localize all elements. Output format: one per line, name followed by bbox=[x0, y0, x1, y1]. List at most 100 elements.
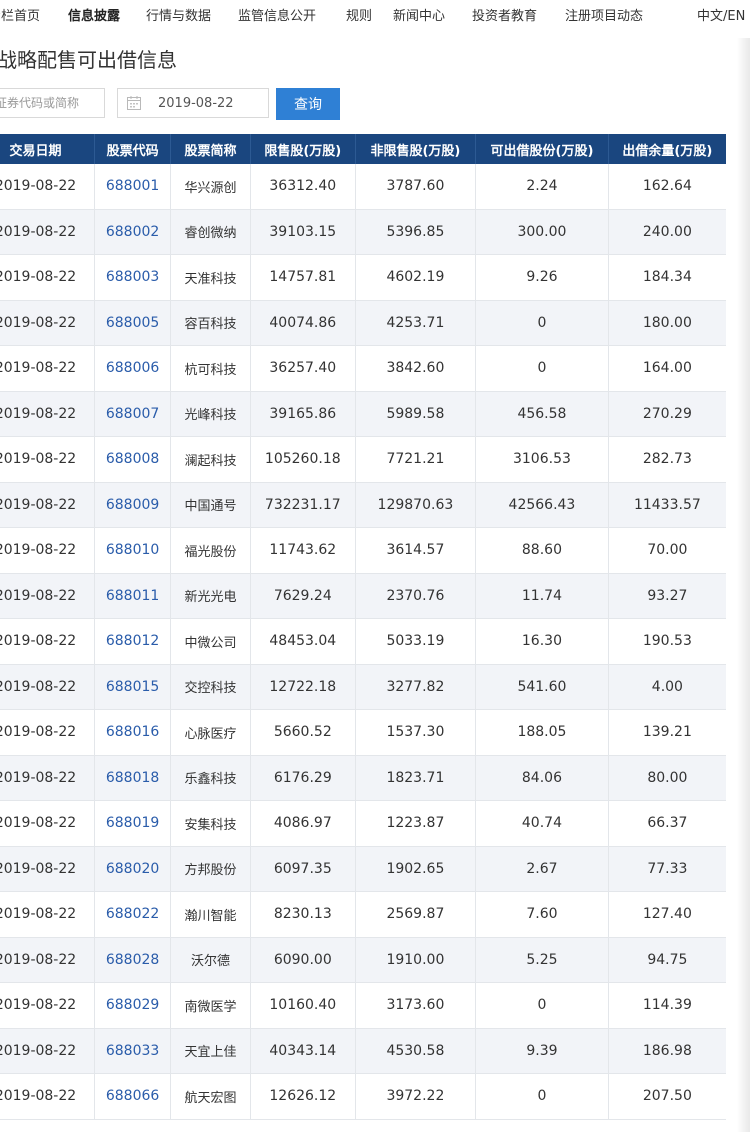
cell-lendable-shares: 0 bbox=[475, 345, 609, 392]
cell-unrestricted-shares: 5989.58 bbox=[354, 391, 476, 437]
cell-stock-code[interactable]: 688012 bbox=[93, 618, 171, 665]
page-shadow bbox=[737, 38, 750, 1132]
cell-stock-code[interactable]: 688006 bbox=[93, 345, 171, 392]
cell-stock-code[interactable]: 688007 bbox=[93, 391, 171, 437]
cell-restricted-shares: 14757.81 bbox=[249, 254, 356, 301]
cell-trade-date: 2019-08-22 bbox=[0, 345, 95, 392]
cell-restricted-shares: 6090.00 bbox=[249, 937, 356, 983]
cell-unrestricted-shares: 3972.22 bbox=[354, 1073, 476, 1120]
cell-lending-balance: 190.53 bbox=[607, 618, 726, 665]
cell-unrestricted-shares: 1910.00 bbox=[354, 937, 476, 983]
table-row: 2019-08-22 688001 华兴源创 36312.40 3787.60 2.24 1… bbox=[0, 164, 726, 210]
col-header-restricted[interactable]: 限售股(万股) bbox=[249, 134, 356, 164]
nav-item-rules[interactable]: 规则 bbox=[346, 0, 372, 34]
col-header-trade-date[interactable]: 交易日期 bbox=[0, 134, 95, 164]
query-button[interactable]: 查询 bbox=[276, 88, 340, 120]
nav-item-regulation[interactable]: 监管信息公开 bbox=[238, 0, 316, 34]
cell-lendable-shares: 3106.53 bbox=[475, 436, 609, 483]
nav-item-registration[interactable]: 注册项目动态 bbox=[565, 0, 643, 34]
col-header-unrestricted[interactable]: 非限售股(万股) bbox=[354, 134, 476, 164]
table-row: 2019-08-22 688015 交控科技 12722.18 3277.82 541.6… bbox=[0, 664, 726, 710]
cell-restricted-shares: 12626.12 bbox=[249, 1073, 356, 1120]
col-header-balance[interactable]: 出借余量(万股) bbox=[607, 134, 726, 164]
cell-stock-code[interactable]: 688019 bbox=[93, 800, 171, 847]
cell-stock-name: 交控科技 bbox=[170, 664, 251, 710]
cell-stock-name: 杭可科技 bbox=[170, 345, 251, 392]
cell-lendable-shares: 11.74 bbox=[475, 573, 609, 619]
cell-stock-code[interactable]: 688066 bbox=[93, 1073, 171, 1120]
cell-lendable-shares: 16.30 bbox=[475, 618, 609, 665]
cell-stock-code[interactable]: 688011 bbox=[93, 573, 171, 619]
cell-unrestricted-shares: 5396.85 bbox=[354, 209, 476, 255]
cell-lendable-shares: 2.24 bbox=[475, 164, 609, 210]
cell-stock-code[interactable]: 688029 bbox=[93, 982, 171, 1029]
nav-item-home[interactable]: 专栏首页 bbox=[0, 0, 40, 34]
cell-stock-name: 航天宏图 bbox=[170, 1073, 251, 1120]
nav-item-disclosure[interactable]: 信息披露 bbox=[68, 0, 120, 34]
col-header-stock-code[interactable]: 股票代码 bbox=[93, 134, 171, 164]
cell-lending-balance: 93.27 bbox=[607, 573, 726, 619]
cell-stock-code[interactable]: 688028 bbox=[93, 937, 171, 983]
cell-stock-name: 新光光电 bbox=[170, 573, 251, 619]
cell-trade-date: 2019-08-22 bbox=[0, 436, 95, 483]
cell-stock-code[interactable]: 688003 bbox=[93, 254, 171, 301]
cell-stock-code[interactable]: 688001 bbox=[93, 164, 171, 210]
top-nav: 专栏首页 信息披露 行情与数据 监管信息公开 规则 新闻中心 投资者教育 注册项… bbox=[0, 0, 750, 34]
cell-stock-code[interactable]: 688020 bbox=[93, 846, 171, 892]
cell-trade-date: 2019-08-22 bbox=[0, 846, 95, 892]
cell-trade-date: 2019-08-22 bbox=[0, 664, 95, 710]
table-header-row: 交易日期 股票代码 股票简称 限售股(万股) 非限售股(万股) 可出借股份(万股… bbox=[0, 134, 726, 164]
cell-unrestricted-shares: 2569.87 bbox=[354, 891, 476, 938]
cell-unrestricted-shares: 1537.30 bbox=[354, 709, 476, 756]
nav-item-news[interactable]: 新闻中心 bbox=[393, 0, 445, 34]
cell-trade-date: 2019-08-22 bbox=[0, 755, 95, 801]
cell-lendable-shares: 7.60 bbox=[475, 891, 609, 938]
language-switch[interactable]: 中文/EN bbox=[697, 0, 745, 34]
cell-lendable-shares: 541.60 bbox=[475, 664, 609, 710]
nav-item-market-data[interactable]: 行情与数据 bbox=[146, 0, 211, 34]
table-row: 2019-08-22 688005 容百科技 40074.86 4253.71 0 180.… bbox=[0, 300, 726, 346]
cell-trade-date: 2019-08-22 bbox=[0, 982, 95, 1029]
cell-trade-date: 2019-08-22 bbox=[0, 254, 95, 301]
table-row: 2019-08-22 688028 沃尔德 6090.00 1910.00 5.25 94.… bbox=[0, 937, 726, 983]
cell-restricted-shares: 6176.29 bbox=[249, 755, 356, 801]
cell-lending-balance: 240.00 bbox=[607, 209, 726, 255]
cell-stock-code[interactable]: 688016 bbox=[93, 709, 171, 756]
cell-unrestricted-shares: 3614.57 bbox=[354, 527, 476, 574]
cell-stock-code[interactable]: 688005 bbox=[93, 300, 171, 346]
cell-lendable-shares: 88.60 bbox=[475, 527, 609, 574]
cell-unrestricted-shares: 1223.87 bbox=[354, 800, 476, 847]
search-input[interactable] bbox=[0, 88, 105, 118]
cell-stock-code[interactable]: 688022 bbox=[93, 891, 171, 938]
cell-stock-name: 福光股份 bbox=[170, 527, 251, 574]
date-picker[interactable] bbox=[117, 88, 269, 118]
cell-stock-code[interactable]: 688015 bbox=[93, 664, 171, 710]
cell-lending-balance: 164.00 bbox=[607, 345, 726, 392]
cell-lending-balance: 70.00 bbox=[607, 527, 726, 574]
cell-stock-name: 沃尔德 bbox=[170, 937, 251, 983]
table-row: 2019-08-22 688019 安集科技 4086.97 1223.87 40.74 6… bbox=[0, 800, 726, 847]
cell-trade-date: 2019-08-22 bbox=[0, 709, 95, 756]
cell-trade-date: 2019-08-22 bbox=[0, 527, 95, 574]
cell-stock-code[interactable]: 688009 bbox=[93, 482, 171, 528]
cell-lending-balance: 66.37 bbox=[607, 800, 726, 847]
col-header-lendable[interactable]: 可出借股份(万股) bbox=[475, 134, 609, 164]
cell-stock-name: 澜起科技 bbox=[170, 436, 251, 483]
date-input[interactable] bbox=[148, 89, 266, 117]
cell-stock-name: 中微公司 bbox=[170, 618, 251, 665]
cell-stock-code[interactable]: 688008 bbox=[93, 436, 171, 483]
table-row: 2019-08-22 688012 中微公司 48453.04 5033.19 16.30… bbox=[0, 618, 726, 665]
cell-stock-code[interactable]: 688010 bbox=[93, 527, 171, 574]
cell-stock-code[interactable]: 688002 bbox=[93, 209, 171, 255]
nav-item-education[interactable]: 投资者教育 bbox=[472, 0, 537, 34]
cell-restricted-shares: 6097.35 bbox=[249, 846, 356, 892]
cell-stock-name: 方邦股份 bbox=[170, 846, 251, 892]
col-header-stock-name[interactable]: 股票简称 bbox=[170, 134, 251, 164]
cell-trade-date: 2019-08-22 bbox=[0, 300, 95, 346]
cell-trade-date: 2019-08-22 bbox=[0, 573, 95, 619]
cell-restricted-shares: 10160.40 bbox=[249, 982, 356, 1029]
cell-lendable-shares: 456.58 bbox=[475, 391, 609, 437]
table-row: 2019-08-22 688006 杭可科技 36257.40 3842.60 0 164.… bbox=[0, 345, 726, 392]
cell-stock-code[interactable]: 688033 bbox=[93, 1028, 171, 1074]
cell-stock-code[interactable]: 688018 bbox=[93, 755, 171, 801]
